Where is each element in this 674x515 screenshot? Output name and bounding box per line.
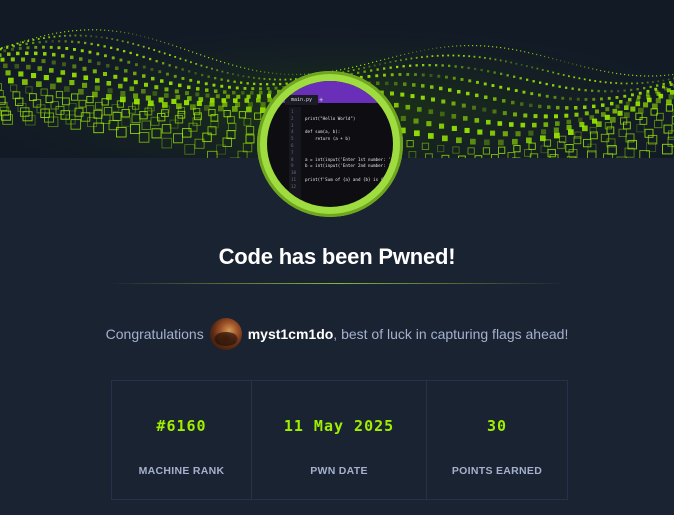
line-number: 7 xyxy=(291,149,294,155)
title-divider xyxy=(108,283,566,284)
stat-label: MACHINE RANK xyxy=(138,465,225,477)
stat-label: POINTS EARNED xyxy=(451,465,543,477)
congratulations-message: Congratulations myst1cm1do, best of luck … xyxy=(0,318,674,351)
line-number: 5 xyxy=(291,136,294,142)
stat-pwn-date: 11 May 2025 PWN DATE xyxy=(252,381,427,499)
stat-value: 11 May 2025 xyxy=(283,417,395,435)
code-editor-screenshot-icon: main.py + 1 2 print("Hello World") 3 4 def su… xyxy=(267,81,393,207)
stats-panel: #6160 MACHINE RANK 11 May 2025 PWN DATE … xyxy=(111,380,568,500)
code-text: print("Hello World") xyxy=(305,115,356,121)
line-number: 8 xyxy=(291,156,294,162)
line-number: 6 xyxy=(291,143,294,148)
line-number: 11 xyxy=(291,177,297,182)
username-link[interactable]: myst1cm1do xyxy=(248,326,334,342)
avatar[interactable] xyxy=(209,318,242,351)
line-number: 4 xyxy=(291,129,294,135)
page-title: Code has been Pwned! xyxy=(218,244,456,269)
stat-label: PWN DATE xyxy=(310,465,368,477)
code-text: print(f'Sum of {a} and {b} is {sum(a, xyxy=(305,177,393,182)
editor-add-tab-icon: + xyxy=(319,96,324,104)
line-number: 1 xyxy=(291,109,294,114)
line-number: 12 xyxy=(291,183,297,189)
congrats-suffix: , best of luck in capturing flags ahead! xyxy=(333,326,569,342)
code-text: def sum(a, b): xyxy=(305,129,341,135)
code-text: a = int(input('Enter 1st number: ')) xyxy=(305,156,393,162)
machine-badge: main.py + 1 2 print("Hello World") 3 4 def su… xyxy=(257,71,403,217)
congrats-prefix: Congratulations xyxy=(105,326,204,342)
line-number: 3 xyxy=(291,122,294,128)
code-text: return (a + b) xyxy=(305,136,351,142)
line-number: 10 xyxy=(291,170,297,176)
stat-machine-rank: #6160 MACHINE RANK xyxy=(112,381,252,499)
line-number: 9 xyxy=(291,163,294,169)
stat-value: 30 xyxy=(486,417,508,435)
stat-points-earned: 30 POINTS EARNED xyxy=(427,381,567,499)
stat-value: #6160 xyxy=(156,417,207,435)
editor-tab: main.py xyxy=(285,95,319,105)
line-number: 2 xyxy=(291,115,294,121)
code-text: b = int(input('Enter 2nd number: ')) xyxy=(305,163,393,169)
